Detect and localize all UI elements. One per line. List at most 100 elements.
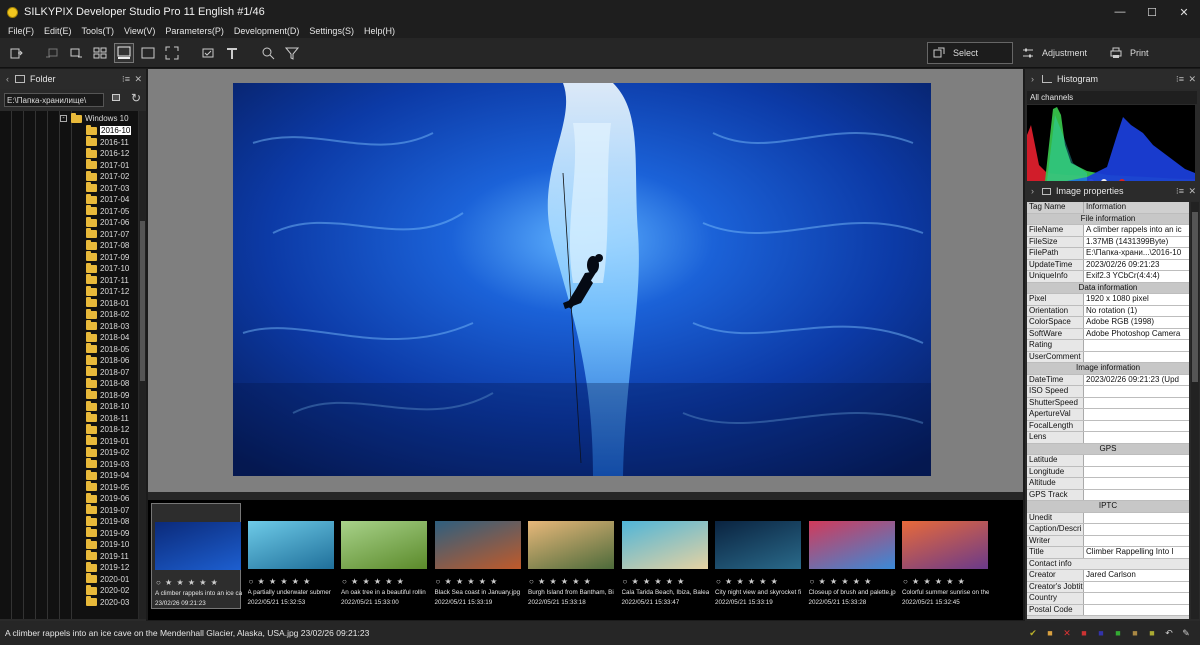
property-value[interactable]: Climber Rappelling Into I bbox=[1084, 547, 1189, 558]
folder-tree-item[interactable]: 2019-10 bbox=[86, 538, 129, 551]
folder-path-field[interactable]: E:\Папка-хранилище\ bbox=[4, 93, 104, 107]
folder-scrollbar[interactable] bbox=[139, 111, 146, 619]
adjustment-mode-button[interactable]: Adjustment bbox=[1022, 42, 1087, 64]
rating-stars[interactable]: ○ ★ ★ ★ ★ ★ bbox=[903, 577, 966, 586]
properties-scroll-thumb[interactable] bbox=[1192, 212, 1198, 382]
filmstrip-thumbnail[interactable]: ○ ★ ★ ★ ★ ★ City night view and skyrocket… bbox=[712, 503, 802, 609]
folder-tree-item[interactable]: 2019-02 bbox=[86, 446, 129, 459]
histogram-close-icon[interactable]: ✕ bbox=[1188, 74, 1196, 85]
filmstrip-thumbnail[interactable]: ○ ★ ★ ★ ★ ★ Closeup of brush and palette.… bbox=[806, 503, 896, 609]
property-value[interactable] bbox=[1084, 340, 1189, 351]
filmstrip-thumbnail[interactable]: ○ ★ ★ ★ ★ ★ A climber rappels into an ice… bbox=[151, 503, 242, 609]
refresh-icon[interactable]: ↻ bbox=[131, 91, 141, 105]
folder-tree-item[interactable]: 2017-03 bbox=[86, 182, 129, 195]
property-value[interactable] bbox=[1084, 351, 1189, 362]
edit-icon[interactable]: ✎ bbox=[1180, 627, 1192, 639]
folder-tree-item[interactable]: 2017-12 bbox=[86, 285, 129, 298]
property-value[interactable] bbox=[1084, 524, 1189, 535]
folder-tree-item[interactable]: 2018-04 bbox=[86, 331, 129, 344]
folder-tree-item[interactable]: 2017-02 bbox=[86, 170, 129, 183]
fullscreen-icon[interactable] bbox=[162, 43, 182, 63]
folder-tree-item[interactable]: 2019-04 bbox=[86, 469, 129, 482]
label-red-icon[interactable]: ■ bbox=[1078, 627, 1090, 639]
folder-tree-item[interactable]: 2018-09 bbox=[86, 389, 129, 402]
label-orange-icon[interactable]: ■ bbox=[1044, 627, 1056, 639]
next-icon[interactable] bbox=[66, 43, 86, 63]
filter-icon[interactable] bbox=[282, 43, 302, 63]
folder-tree-item[interactable]: 2017-09 bbox=[86, 251, 129, 264]
panel-close-icon[interactable]: ✕ bbox=[134, 74, 142, 85]
section-data-information[interactable]: Data information bbox=[1027, 282, 1189, 294]
folder-tree-item[interactable]: 2018-12 bbox=[86, 423, 129, 436]
folder-tree-item[interactable]: 2019-08 bbox=[86, 515, 129, 528]
folder-tree-item[interactable]: 2018-11 bbox=[86, 412, 129, 425]
folder-tree-item[interactable]: 2018-03 bbox=[86, 320, 129, 333]
menu-parameters[interactable]: Parameters(P) bbox=[165, 26, 224, 36]
menu-tools[interactable]: Tools(T) bbox=[82, 26, 115, 36]
folder-tree-item[interactable]: 2020-01 bbox=[86, 573, 129, 586]
preview-filmstrip-view-icon[interactable] bbox=[114, 43, 134, 63]
grid-view-icon[interactable] bbox=[90, 43, 110, 63]
folder-tree-item[interactable]: 2019-12 bbox=[86, 561, 129, 574]
folder-tree-item[interactable]: 2017-11 bbox=[86, 274, 129, 287]
rating-stars[interactable]: ○ ★ ★ ★ ★ ★ bbox=[810, 577, 873, 586]
label-green-icon[interactable]: ■ bbox=[1112, 627, 1124, 639]
expand-minus-icon[interactable]: - bbox=[60, 115, 67, 123]
properties-menu-icon[interactable]: ⁝≡ bbox=[1176, 186, 1184, 197]
single-view-icon[interactable] bbox=[138, 43, 158, 63]
rating-stars[interactable]: ○ ★ ★ ★ ★ ★ bbox=[436, 577, 499, 586]
folder-scroll-thumb[interactable] bbox=[140, 221, 145, 381]
select-mode-button[interactable]: Select bbox=[927, 42, 1013, 64]
folder-tree-item[interactable]: 2018-05 bbox=[86, 343, 129, 356]
accept-check-icon[interactable]: ✔ bbox=[1027, 627, 1039, 639]
folder-tree-item[interactable]: 2016-10 bbox=[86, 124, 132, 137]
folder-tree-item[interactable]: 2017-01 bbox=[86, 159, 129, 172]
folder-tree-item[interactable]: 2020-03 bbox=[86, 596, 129, 609]
menu-help[interactable]: Help(H) bbox=[364, 26, 395, 36]
folder-tree-item[interactable]: 2017-04 bbox=[86, 193, 129, 206]
folder-tree-item[interactable]: 2019-01 bbox=[86, 435, 129, 448]
rating-stars[interactable]: ○ ★ ★ ★ ★ ★ bbox=[623, 577, 686, 586]
folder-tree-item[interactable]: 2019-03 bbox=[86, 458, 129, 471]
menu-edit[interactable]: Edit(E) bbox=[44, 26, 72, 36]
folder-tree-item[interactable]: 2017-08 bbox=[86, 239, 129, 252]
folder-tree-item[interactable]: 2016-12 bbox=[86, 147, 129, 160]
menu-file[interactable]: File(F) bbox=[8, 26, 34, 36]
properties-scrollbar[interactable] bbox=[1191, 202, 1199, 619]
folder-tree-item[interactable]: 2016-11 bbox=[86, 136, 129, 149]
filmstrip-thumbnail[interactable]: ○ ★ ★ ★ ★ ★ A partially underwater submer… bbox=[245, 503, 335, 609]
search-icon[interactable] bbox=[258, 43, 278, 63]
reject-x-icon[interactable]: ✕ bbox=[1061, 627, 1073, 639]
maximize-icon[interactable]: ☐ bbox=[1136, 0, 1168, 24]
folder-tree-item[interactable]: 2018-06 bbox=[86, 354, 129, 367]
property-value[interactable]: 2023/02/26 09:21:23 (Upd bbox=[1084, 374, 1189, 385]
rating-stars[interactable]: ○ ★ ★ ★ ★ ★ bbox=[156, 578, 219, 587]
filmstrip-resize-bar[interactable] bbox=[148, 492, 1023, 500]
rating-stars[interactable]: ○ ★ ★ ★ ★ ★ bbox=[342, 577, 405, 586]
checkbox-select-icon[interactable] bbox=[198, 43, 218, 63]
label-brown-icon[interactable]: ■ bbox=[1129, 627, 1141, 639]
folder-tree-item[interactable]: 2018-07 bbox=[86, 366, 129, 379]
folder-tree-item[interactable]: 2019-05 bbox=[86, 481, 129, 494]
folder-tree-item[interactable]: 2018-08 bbox=[86, 377, 129, 390]
histogram-menu-icon[interactable]: ⁝≡ bbox=[1176, 74, 1184, 85]
print-mode-button[interactable]: Print bbox=[1110, 42, 1149, 64]
main-photo[interactable] bbox=[233, 83, 931, 476]
label-blue-icon[interactable]: ■ bbox=[1095, 627, 1107, 639]
filmstrip-thumbnail[interactable]: ○ ★ ★ ★ ★ ★ Colorful summer sunrise on th… bbox=[899, 503, 989, 609]
section-image-information[interactable]: Image information bbox=[1027, 363, 1189, 375]
menu-development[interactable]: Development(D) bbox=[234, 26, 300, 36]
filmstrip-thumbnail[interactable]: ○ ★ ★ ★ ★ ★ Black Sea coast in January.jp… bbox=[432, 503, 522, 609]
folder-tree-item[interactable]: 2020-02 bbox=[86, 584, 129, 597]
panel-menu-icon[interactable]: ⁝≡ bbox=[122, 74, 130, 85]
rating-stars[interactable]: ○ ★ ★ ★ ★ ★ bbox=[249, 577, 312, 586]
filmstrip-thumbnail[interactable]: ○ ★ ★ ★ ★ ★ Burgh Island from Bantham, Bi… bbox=[525, 503, 615, 609]
browse-folder-icon[interactable] bbox=[112, 94, 120, 101]
close-icon[interactable]: ✕ bbox=[1168, 0, 1200, 24]
property-value[interactable] bbox=[1084, 593, 1189, 604]
section-iptc[interactable]: IPTC bbox=[1027, 501, 1189, 513]
section-gps[interactable]: GPS bbox=[1027, 443, 1189, 455]
folder-tree-item[interactable]: 2019-06 bbox=[86, 492, 129, 505]
property-value[interactable]: Jared Carlson bbox=[1084, 570, 1189, 581]
menu-settings[interactable]: Settings(S) bbox=[309, 26, 354, 36]
